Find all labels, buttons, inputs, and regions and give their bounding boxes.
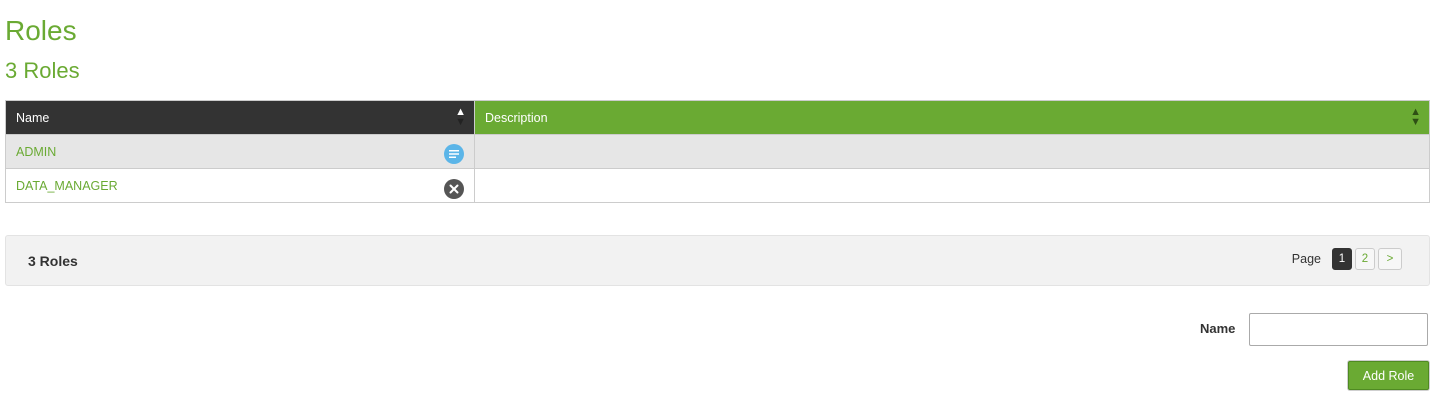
- next-page-button[interactable]: >: [1378, 248, 1402, 270]
- role-name-cell: DATA_MANAGER: [5, 168, 475, 203]
- sort-both-icon: ▲ ▼: [1410, 106, 1421, 128]
- delete-icon[interactable]: [444, 179, 464, 199]
- column-header-name[interactable]: Name ▲ ▼: [5, 100, 475, 135]
- page-button-2[interactable]: 2: [1355, 248, 1375, 270]
- role-description-cell: [474, 134, 1430, 169]
- pager: Page 1 2 >: [1292, 248, 1402, 270]
- page-label: Page: [1291, 252, 1321, 266]
- table-row: ADMIN: [5, 134, 1430, 169]
- page-subtitle: 3 Roles: [5, 58, 80, 83]
- column-header-label: Description: [485, 110, 548, 125]
- sort-ascending-icon: ▲ ▼: [455, 106, 466, 128]
- table-header-row: Name ▲ ▼ Description ▲ ▼: [5, 100, 1430, 135]
- role-name-cell: ADMIN: [5, 134, 475, 169]
- column-header-label: Name: [16, 110, 50, 125]
- role-description-cell: [474, 168, 1430, 203]
- details-icon[interactable]: [444, 144, 464, 164]
- add-role-button[interactable]: Add Role: [1348, 361, 1429, 390]
- role-name-input[interactable]: [1249, 313, 1428, 346]
- role-link-data-manager[interactable]: DATA_MANAGER: [16, 179, 118, 193]
- roles-count: 3 Roles: [28, 253, 78, 269]
- column-header-description[interactable]: Description ▲ ▼: [474, 100, 1430, 135]
- page-title: Roles: [5, 15, 77, 46]
- roles-page: Roles 3 Roles Name ▲ ▼ Description ▲ ▼ A…: [0, 0, 1443, 401]
- page-button-1[interactable]: 1: [1332, 248, 1352, 270]
- table-row: DATA_MANAGER: [5, 168, 1430, 203]
- role-link-admin[interactable]: ADMIN: [16, 145, 56, 159]
- roles-table: Name ▲ ▼ Description ▲ ▼ ADMIN DATA_MANA…: [5, 100, 1430, 203]
- pagination-bar: 3 Roles Page 1 2 >: [5, 235, 1430, 286]
- name-label: Name: [1200, 321, 1236, 336]
